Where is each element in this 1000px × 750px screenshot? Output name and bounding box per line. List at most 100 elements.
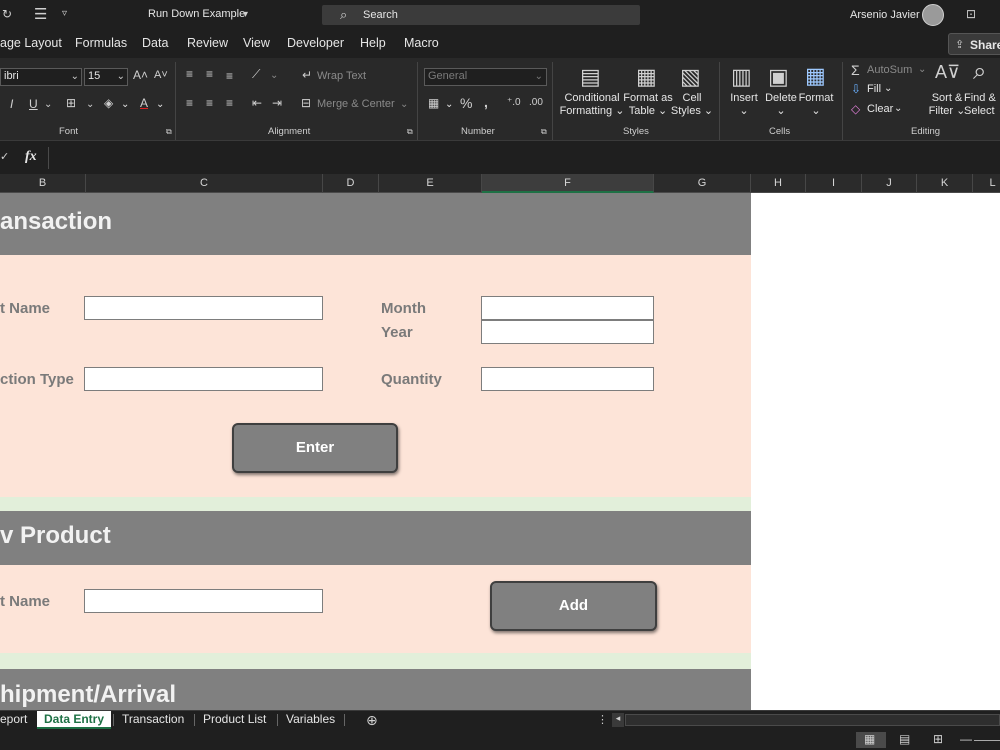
- find-select-button[interactable]: Find &Select ⌄: [964, 92, 1000, 118]
- chevron-down-icon[interactable]: ⌄: [884, 83, 892, 94]
- merge-center-label[interactable]: Merge & Center: [317, 98, 395, 110]
- column-header-i[interactable]: I: [806, 174, 862, 193]
- decrease-decimal-icon[interactable]: .00: [529, 97, 543, 108]
- dialog-launcher-icon[interactable]: ⧉: [407, 127, 413, 137]
- comma-style-icon[interactable]: ,: [484, 94, 488, 110]
- document-title[interactable]: Run Down Example: [148, 8, 245, 20]
- chevron-down-icon[interactable]: ⌄: [44, 99, 52, 110]
- autosum-icon[interactable]: Σ: [851, 62, 860, 78]
- conditional-formatting-icon[interactable]: ▤: [580, 64, 601, 90]
- sheet-tab-report[interactable]: eport: [0, 711, 31, 729]
- increase-decimal-icon[interactable]: ⁺.0: [507, 97, 521, 108]
- fill-icon[interactable]: ⇩: [851, 82, 861, 96]
- sort-filter-button[interactable]: Sort & Filter ⌄: [927, 92, 967, 118]
- zoom-slider[interactable]: [974, 740, 1000, 741]
- redo-icon[interactable]: ↻: [2, 7, 12, 21]
- sort-filter-icon[interactable]: A⊽: [935, 62, 960, 83]
- increase-font-icon[interactable]: A˄: [133, 68, 148, 82]
- new-product-name-input[interactable]: [84, 589, 323, 613]
- autosum-label[interactable]: AutoSum: [867, 64, 912, 76]
- insert-cells-icon[interactable]: ▥: [731, 64, 752, 90]
- clear-label[interactable]: Clear: [867, 103, 893, 115]
- formula-input[interactable]: [48, 147, 1000, 169]
- chevron-down-icon[interactable]: ⌄: [86, 99, 94, 110]
- chevron-down-icon[interactable]: ⌄: [918, 64, 926, 75]
- search-box[interactable]: ⌕ Search: [322, 5, 640, 25]
- page-layout-view-icon[interactable]: ▤: [899, 732, 910, 746]
- tab-formulas[interactable]: Formulas: [75, 36, 127, 50]
- column-header-k[interactable]: K: [917, 174, 973, 193]
- column-header-l[interactable]: L: [973, 174, 1000, 193]
- chevron-down-icon[interactable]: ⌄: [445, 99, 453, 110]
- chevron-down-icon[interactable]: ⌄: [400, 99, 408, 110]
- add-sheet-icon[interactable]: ⊕: [366, 712, 378, 729]
- align-right-icon[interactable]: ≡: [226, 96, 233, 110]
- page-break-view-icon[interactable]: ⊞: [933, 732, 943, 746]
- column-header-e[interactable]: E: [379, 174, 482, 193]
- align-middle-icon[interactable]: ≡: [206, 67, 213, 81]
- fill-label[interactable]: Fill: [867, 83, 881, 95]
- tab-view[interactable]: View: [243, 36, 270, 50]
- column-header-d[interactable]: D: [323, 174, 379, 193]
- tab-help[interactable]: Help: [360, 36, 386, 50]
- align-bottom-icon[interactable]: ≡: [226, 69, 233, 83]
- conditional-formatting-button[interactable]: Conditional Formatting ⌄: [559, 92, 625, 118]
- column-header-f[interactable]: F: [482, 174, 654, 193]
- font-name-select[interactable]: ibri ⌄: [0, 68, 82, 86]
- user-name[interactable]: Arsenio Javier: [850, 9, 920, 21]
- percent-icon[interactable]: %: [460, 95, 472, 111]
- increase-indent-icon[interactable]: ⇥: [272, 96, 282, 110]
- column-header-g[interactable]: G: [654, 174, 751, 193]
- delete-button[interactable]: Delete ⌄: [762, 92, 800, 117]
- scroll-left-icon[interactable]: ◂: [612, 713, 624, 727]
- delete-cells-icon[interactable]: ▣: [768, 64, 789, 90]
- cell-styles-icon[interactable]: ▧: [680, 64, 701, 90]
- avatar[interactable]: [922, 4, 944, 26]
- chevron-down-icon[interactable]: ⌄: [121, 99, 129, 110]
- horizontal-scrollbar[interactable]: [625, 714, 1000, 726]
- chevron-down-icon[interactable]: ⌄: [270, 70, 278, 81]
- tab-page-layout[interactable]: age Layout: [0, 36, 62, 50]
- tab-data[interactable]: Data: [142, 36, 168, 50]
- ribbon-display-icon[interactable]: ⊡: [966, 7, 976, 21]
- decrease-indent-icon[interactable]: ⇤: [252, 96, 262, 110]
- wrap-text-label[interactable]: Wrap Text: [317, 70, 366, 82]
- format-cells-icon[interactable]: ▦: [805, 63, 826, 89]
- insert-function-icon[interactable]: fx: [25, 149, 37, 165]
- column-header-b[interactable]: B: [0, 174, 86, 193]
- column-header-h[interactable]: H: [751, 174, 806, 193]
- accounting-format-icon[interactable]: ▦: [428, 96, 439, 110]
- month-input[interactable]: [481, 296, 654, 320]
- format-as-table-icon[interactable]: ▦: [636, 64, 657, 90]
- quantity-input[interactable]: [481, 367, 654, 391]
- zoom-out-icon[interactable]: —: [960, 732, 972, 746]
- number-format-select[interactable]: General ⌄: [424, 68, 547, 86]
- borders-icon[interactable]: ⊞: [66, 96, 76, 110]
- italic-icon[interactable]: I: [10, 97, 13, 111]
- format-as-table-button[interactable]: Format as Table ⌄: [623, 92, 673, 118]
- sheet-tab-product-list[interactable]: Product List: [199, 711, 270, 729]
- menu-icon[interactable]: ☰: [34, 5, 47, 23]
- worksheet[interactable]: ansaction t Name Month Year ction Type Q…: [0, 193, 1000, 710]
- column-header-c[interactable]: C: [86, 174, 323, 193]
- decrease-font-icon[interactable]: A˅: [154, 69, 168, 81]
- enter-button[interactable]: Enter: [232, 423, 398, 473]
- chevron-down-icon[interactable]: ⌄: [156, 99, 164, 110]
- underline-icon[interactable]: U: [29, 97, 38, 111]
- insert-button[interactable]: Insert ⌄: [724, 92, 764, 117]
- tab-review[interactable]: Review: [187, 36, 228, 50]
- align-top-icon[interactable]: ≡: [186, 67, 193, 81]
- dialog-launcher-icon[interactable]: ⧉: [541, 127, 547, 137]
- merge-center-icon[interactable]: ⊟: [301, 96, 311, 110]
- chevron-down-icon[interactable]: ⌄: [894, 103, 902, 114]
- align-left-icon[interactable]: ≡: [186, 96, 193, 110]
- share-button[interactable]: ⇪ Share: [948, 33, 1000, 55]
- font-size-select[interactable]: 15 ⌄: [84, 68, 128, 86]
- column-header-j[interactable]: J: [862, 174, 917, 193]
- align-center-icon[interactable]: ≡: [206, 96, 213, 110]
- wrap-text-icon[interactable]: ↵: [302, 68, 312, 82]
- year-input[interactable]: [481, 320, 654, 344]
- dialog-launcher-icon[interactable]: ⧉: [166, 127, 172, 137]
- tab-macro[interactable]: Macro: [404, 36, 439, 50]
- format-button[interactable]: Format ⌄: [797, 92, 835, 117]
